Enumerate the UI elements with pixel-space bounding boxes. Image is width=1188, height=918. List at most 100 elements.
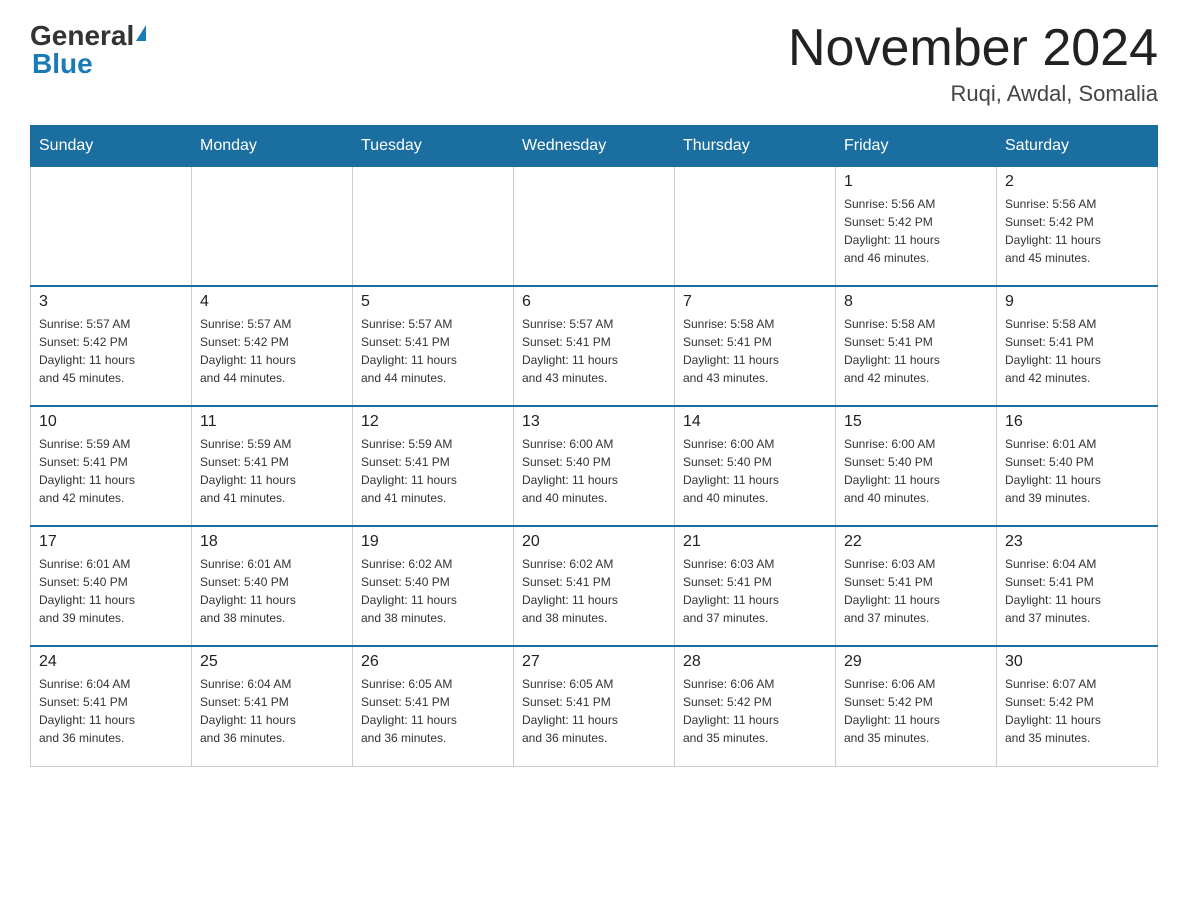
day-number: 28 (683, 653, 827, 671)
day-number: 5 (361, 293, 505, 311)
day-number: 10 (39, 413, 183, 431)
day-number: 1 (844, 173, 988, 191)
calendar-cell: 21Sunrise: 6:03 AMSunset: 5:41 PMDayligh… (675, 526, 836, 646)
weekday-header-friday: Friday (836, 126, 997, 166)
day-number: 24 (39, 653, 183, 671)
day-number: 22 (844, 533, 988, 551)
weekday-header-sunday: Sunday (31, 126, 192, 166)
day-info: Sunrise: 6:00 AMSunset: 5:40 PMDaylight:… (522, 435, 666, 507)
day-number: 15 (844, 413, 988, 431)
calendar-cell: 10 Sunrise: 5:59 AMSunset: 5:41 PMDayligh… (31, 406, 192, 526)
month-title: November 2024 (788, 20, 1158, 77)
day-info: Sunrise: 6:01 AMSunset: 5:40 PMDaylight:… (1005, 435, 1149, 507)
calendar-cell: 13 Sunrise: 6:00 AMSunset: 5:40 PMDayligh… (514, 406, 675, 526)
day-info: Sunrise: 5:57 AMSunset: 5:41 PMDaylight:… (361, 315, 505, 387)
day-info: Sunrise: 5:57 AMSunset: 5:42 PMDaylight:… (39, 315, 183, 387)
calendar-cell: 27Sunrise: 6:05 AMSunset: 5:41 PMDayligh… (514, 646, 675, 766)
calendar-cell: 19 Sunrise: 6:02 AMSunset: 5:40 PMDayligh… (353, 526, 514, 646)
day-number: 9 (1005, 293, 1149, 311)
calendar-cell: 6 Sunrise: 5:57 AMSunset: 5:41 PMDaylight… (514, 286, 675, 406)
day-info: Sunrise: 5:58 AMSunset: 5:41 PMDaylight:… (844, 315, 988, 387)
day-number: 13 (522, 413, 666, 431)
day-info: Sunrise: 5:56 AMSunset: 5:42 PMDaylight:… (1005, 195, 1149, 267)
calendar-table: SundayMondayTuesdayWednesdayThursdayFrid… (30, 125, 1158, 767)
calendar-cell: 9 Sunrise: 5:58 AMSunset: 5:41 PMDaylight… (997, 286, 1158, 406)
logo: General Blue (30, 20, 146, 80)
weekday-header-saturday: Saturday (997, 126, 1158, 166)
weekday-header-wednesday: Wednesday (514, 126, 675, 166)
calendar-week-row: 24 Sunrise: 6:04 AMSunset: 5:41 PMDayligh… (31, 646, 1158, 766)
calendar-cell: 16 Sunrise: 6:01 AMSunset: 5:40 PMDayligh… (997, 406, 1158, 526)
calendar-cell: 29 Sunrise: 6:06 AMSunset: 5:42 PMDayligh… (836, 646, 997, 766)
day-info: Sunrise: 6:07 AMSunset: 5:42 PMDaylight:… (1005, 675, 1149, 747)
day-number: 21 (683, 533, 827, 551)
day-info: Sunrise: 5:57 AMSunset: 5:42 PMDaylight:… (200, 315, 344, 387)
day-number: 30 (1005, 653, 1149, 671)
calendar-cell: 4 Sunrise: 5:57 AMSunset: 5:42 PMDaylight… (192, 286, 353, 406)
calendar-cell (192, 166, 353, 286)
calendar-week-row: 17 Sunrise: 6:01 AMSunset: 5:40 PMDayligh… (31, 526, 1158, 646)
day-number: 17 (39, 533, 183, 551)
page-header: General Blue November 2024 Ruqi, Awdal, … (30, 20, 1158, 107)
day-number: 11 (200, 413, 344, 431)
day-number: 16 (1005, 413, 1149, 431)
day-number: 27 (522, 653, 666, 671)
calendar-week-row: 10 Sunrise: 5:59 AMSunset: 5:41 PMDayligh… (31, 406, 1158, 526)
day-info: Sunrise: 6:05 AMSunset: 5:41 PMDaylight:… (361, 675, 505, 747)
calendar-cell: 2 Sunrise: 5:56 AMSunset: 5:42 PMDaylight… (997, 166, 1158, 286)
day-info: Sunrise: 6:06 AMSunset: 5:42 PMDaylight:… (844, 675, 988, 747)
day-number: 3 (39, 293, 183, 311)
day-number: 20 (522, 533, 666, 551)
day-info: Sunrise: 5:59 AMSunset: 5:41 PMDaylight:… (200, 435, 344, 507)
day-number: 25 (200, 653, 344, 671)
weekday-header-row: SundayMondayTuesdayWednesdayThursdayFrid… (31, 126, 1158, 166)
calendar-cell: 12Sunrise: 5:59 AMSunset: 5:41 PMDayligh… (353, 406, 514, 526)
calendar-cell (31, 166, 192, 286)
calendar-cell: 18Sunrise: 6:01 AMSunset: 5:40 PMDayligh… (192, 526, 353, 646)
calendar-cell: 8Sunrise: 5:58 AMSunset: 5:41 PMDaylight… (836, 286, 997, 406)
weekday-header-thursday: Thursday (675, 126, 836, 166)
day-info: Sunrise: 6:04 AMSunset: 5:41 PMDaylight:… (1005, 555, 1149, 627)
day-info: Sunrise: 6:04 AMSunset: 5:41 PMDaylight:… (200, 675, 344, 747)
calendar-cell: 28Sunrise: 6:06 AMSunset: 5:42 PMDayligh… (675, 646, 836, 766)
calendar-cell: 30 Sunrise: 6:07 AMSunset: 5:42 PMDayligh… (997, 646, 1158, 766)
day-number: 4 (200, 293, 344, 311)
day-number: 2 (1005, 173, 1149, 191)
calendar-cell (514, 166, 675, 286)
calendar-cell: 22Sunrise: 6:03 AMSunset: 5:41 PMDayligh… (836, 526, 997, 646)
calendar-cell: 7Sunrise: 5:58 AMSunset: 5:41 PMDaylight… (675, 286, 836, 406)
day-number: 29 (844, 653, 988, 671)
day-info: Sunrise: 5:59 AMSunset: 5:41 PMDaylight:… (39, 435, 183, 507)
day-info: Sunrise: 5:58 AMSunset: 5:41 PMDaylight:… (683, 315, 827, 387)
day-number: 18 (200, 533, 344, 551)
calendar-week-row: 3 Sunrise: 5:57 AMSunset: 5:42 PMDaylight… (31, 286, 1158, 406)
day-info: Sunrise: 6:00 AMSunset: 5:40 PMDaylight:… (683, 435, 827, 507)
calendar-week-row: 1 Sunrise: 5:56 AMSunset: 5:42 PMDaylight… (31, 166, 1158, 286)
day-info: Sunrise: 5:57 AMSunset: 5:41 PMDaylight:… (522, 315, 666, 387)
day-info: Sunrise: 6:02 AMSunset: 5:41 PMDaylight:… (522, 555, 666, 627)
calendar-cell: 11 Sunrise: 5:59 AMSunset: 5:41 PMDayligh… (192, 406, 353, 526)
logo-triangle-icon (136, 25, 146, 41)
day-number: 14 (683, 413, 827, 431)
day-info: Sunrise: 6:01 AMSunset: 5:40 PMDaylight:… (39, 555, 183, 627)
day-number: 19 (361, 533, 505, 551)
calendar-cell: 20 Sunrise: 6:02 AMSunset: 5:41 PMDayligh… (514, 526, 675, 646)
calendar-cell: 14 Sunrise: 6:00 AMSunset: 5:40 PMDayligh… (675, 406, 836, 526)
day-info: Sunrise: 6:04 AMSunset: 5:41 PMDaylight:… (39, 675, 183, 747)
calendar-cell: 3 Sunrise: 5:57 AMSunset: 5:42 PMDaylight… (31, 286, 192, 406)
weekday-header-monday: Monday (192, 126, 353, 166)
day-info: Sunrise: 5:58 AMSunset: 5:41 PMDaylight:… (1005, 315, 1149, 387)
day-number: 26 (361, 653, 505, 671)
calendar-cell: 5 Sunrise: 5:57 AMSunset: 5:41 PMDaylight… (353, 286, 514, 406)
day-info: Sunrise: 5:56 AMSunset: 5:42 PMDaylight:… (844, 195, 988, 267)
calendar-cell: 24 Sunrise: 6:04 AMSunset: 5:41 PMDayligh… (31, 646, 192, 766)
calendar-cell: 1 Sunrise: 5:56 AMSunset: 5:42 PMDaylight… (836, 166, 997, 286)
day-number: 6 (522, 293, 666, 311)
calendar-cell (353, 166, 514, 286)
calendar-cell (675, 166, 836, 286)
day-info: Sunrise: 6:02 AMSunset: 5:40 PMDaylight:… (361, 555, 505, 627)
calendar-cell: 26 Sunrise: 6:05 AMSunset: 5:41 PMDayligh… (353, 646, 514, 766)
weekday-header-tuesday: Tuesday (353, 126, 514, 166)
location-title: Ruqi, Awdal, Somalia (788, 81, 1158, 107)
logo-blue-text: Blue (32, 48, 93, 80)
